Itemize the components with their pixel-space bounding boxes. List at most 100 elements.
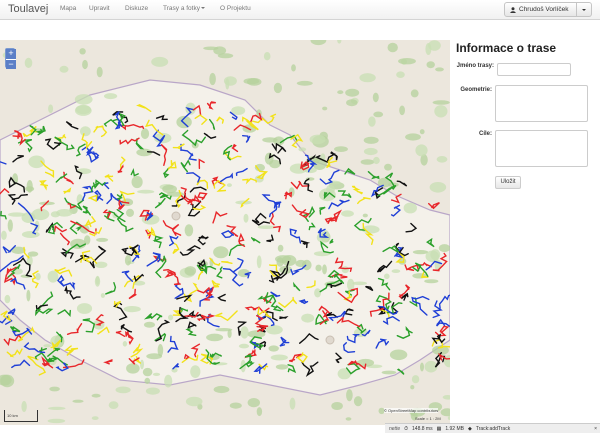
forest-patch <box>353 396 363 407</box>
forest-patch <box>363 136 379 144</box>
forest-patch <box>368 116 376 127</box>
user-menu-button[interactable]: Chrudoš Vorlíček <box>504 2 577 17</box>
forest-patch <box>79 48 86 55</box>
forest-patch <box>391 269 401 273</box>
forest-patch <box>270 354 288 361</box>
forest-patch <box>24 57 33 68</box>
forest-patch <box>26 180 33 193</box>
save-button[interactable]: Uložit <box>495 176 521 189</box>
forest-patch <box>345 417 352 421</box>
forest-patch <box>384 163 392 171</box>
forest-patch <box>415 144 428 157</box>
map-canvas[interactable] <box>0 40 450 425</box>
forest-patch <box>322 106 328 111</box>
debug-memory: 1.92 MB <box>445 425 464 432</box>
forest-patch <box>438 244 450 253</box>
brand-logo[interactable]: Toulavej <box>8 3 48 15</box>
chevron-down-icon <box>200 7 205 10</box>
close-icon[interactable]: × <box>594 426 597 432</box>
forest-patch <box>140 128 150 140</box>
forest-patch <box>341 266 349 274</box>
forest-patch <box>162 184 178 194</box>
forest-patch <box>164 374 173 388</box>
forest-patch <box>144 377 151 384</box>
forest-patch <box>123 306 141 313</box>
forest-patch <box>341 210 354 217</box>
forest-patch <box>381 370 397 375</box>
forest-patch <box>428 40 441 51</box>
forest-patch <box>184 266 197 276</box>
nav-item-diskuze[interactable]: Diskuze <box>125 5 148 12</box>
forest-patch <box>396 71 405 78</box>
forest-patch <box>419 129 425 135</box>
user-dropdown-toggle[interactable] <box>577 2 592 17</box>
top-navbar: Toulavej Mapa Upravit Diskuze Trasy a fo… <box>0 0 600 20</box>
memory-icon: ▦ <box>436 425 442 432</box>
forest-patch <box>94 276 101 287</box>
map-attribution[interactable]: © OpenStreetMap contributors <box>384 408 439 413</box>
forest-patch <box>352 281 368 286</box>
user-name: Chrudoš Vorlíček <box>519 6 569 13</box>
scale-text: Scale = 1 : 2M <box>415 416 441 421</box>
forest-patch <box>223 76 237 86</box>
forest-patch <box>126 208 134 217</box>
geometry-field[interactable] <box>495 85 588 122</box>
forest-patch <box>429 182 447 193</box>
forest-patch <box>420 362 424 372</box>
city-marker <box>325 335 335 345</box>
forest-patch <box>426 61 435 69</box>
forest-patch <box>289 397 296 410</box>
forest-patch <box>337 90 344 95</box>
forest-patch <box>411 375 420 384</box>
debug-time: 148.8 ms <box>412 425 433 432</box>
debug-logo[interactable]: nette <box>389 426 400 432</box>
nav-item-o-projektu[interactable]: O Projektu <box>220 5 251 12</box>
forest-patch <box>275 364 289 370</box>
forest-patch <box>412 250 429 255</box>
forest-patch <box>26 289 31 302</box>
zoom-in-button[interactable]: + <box>6 49 16 59</box>
forest-patch <box>263 52 271 61</box>
zoom-out-button[interactable]: − <box>6 59 16 69</box>
forest-patch <box>296 80 313 86</box>
forest-patch <box>140 359 144 370</box>
forest-patch <box>373 111 384 118</box>
name-label: Jméno trasy: <box>456 63 494 69</box>
chevron-down-icon <box>582 8 586 11</box>
forest-patch <box>273 82 282 94</box>
nav-item-upravit[interactable]: Upravit <box>89 5 110 12</box>
route-map[interactable]: + − 10 km © OpenStreetMap contributors S… <box>0 40 450 425</box>
forest-patch <box>301 313 315 323</box>
forest-patch <box>359 73 376 83</box>
forest-patch <box>43 344 52 348</box>
debug-route[interactable]: Track:addTrack <box>476 426 510 432</box>
target-field[interactable] <box>495 130 588 167</box>
forest-patch <box>91 416 99 420</box>
forest-patch <box>436 156 448 163</box>
forest-patch <box>27 251 39 257</box>
map-scale-bar: 10 km <box>4 410 38 422</box>
forest-patch <box>217 53 234 59</box>
forest-patch <box>435 67 444 72</box>
forest-patch <box>74 94 93 105</box>
forest-patch <box>31 208 50 221</box>
forest-patch <box>96 66 103 78</box>
forest-patch <box>337 368 351 380</box>
forest-patch <box>226 183 232 188</box>
zoom-control: + − <box>5 48 16 69</box>
forest-patch <box>190 365 201 378</box>
name-field[interactable] <box>497 63 571 76</box>
forest-patch <box>243 78 260 85</box>
nav-item-mapa[interactable]: Mapa <box>60 5 76 12</box>
scale-bar-label: 10 km <box>7 413 18 418</box>
forest-patch <box>373 156 380 165</box>
forest-patch <box>398 58 416 65</box>
forest-patch <box>7 219 13 232</box>
forest-patch <box>229 402 242 409</box>
forest-patch <box>152 372 161 376</box>
forest-patch <box>184 224 194 237</box>
nav-item-trasy-a-fotky[interactable]: Trasy a fotky <box>163 5 205 12</box>
forest-patch <box>434 105 448 118</box>
forest-patch <box>405 133 421 141</box>
forest-patch <box>277 244 284 252</box>
